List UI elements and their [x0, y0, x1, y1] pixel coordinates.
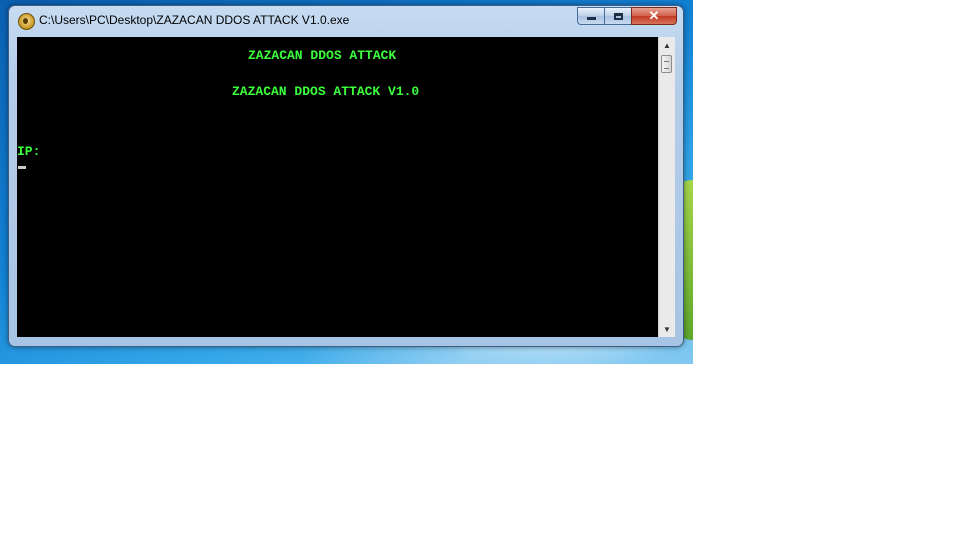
- scroll-down-button[interactable]: ▼: [659, 321, 675, 337]
- arrow-up-icon: ▲: [663, 40, 671, 50]
- scroll-up-button[interactable]: ▲: [659, 37, 675, 53]
- vertical-scrollbar[interactable]: ▲ ▼: [658, 37, 675, 337]
- maximize-button[interactable]: [604, 7, 631, 25]
- caption-buttons: ✕: [577, 7, 677, 26]
- text-cursor: [18, 166, 26, 169]
- console-window[interactable]: C:\Users\PC\Desktop\ZAZACAN DDOS ATTACK …: [8, 5, 684, 347]
- app-icon[interactable]: [18, 13, 35, 30]
- console-line-version: ZAZACAN DDOS ATTACK V1.0: [232, 84, 420, 99]
- window-title: C:\Users\PC\Desktop\ZAZACAN DDOS ATTACK …: [39, 13, 350, 27]
- maximize-icon: [613, 12, 623, 20]
- close-icon: ✕: [648, 8, 660, 23]
- minimize-icon: [586, 17, 596, 20]
- console-line-heading: ZAZACAN DDOS ATTACK: [248, 48, 397, 63]
- console-line-ip-prompt: IP:: [17, 144, 41, 159]
- arrow-down-icon: ▼: [663, 324, 671, 334]
- scroll-thumb[interactable]: [661, 55, 672, 73]
- close-button[interactable]: ✕: [631, 7, 677, 25]
- console-output[interactable]: ZAZACAN DDOS ATTACK ZAZACAN DDOS ATTACK …: [17, 37, 658, 337]
- minimize-button[interactable]: [577, 7, 604, 25]
- title-bar[interactable]: C:\Users\PC\Desktop\ZAZACAN DDOS ATTACK …: [9, 6, 683, 36]
